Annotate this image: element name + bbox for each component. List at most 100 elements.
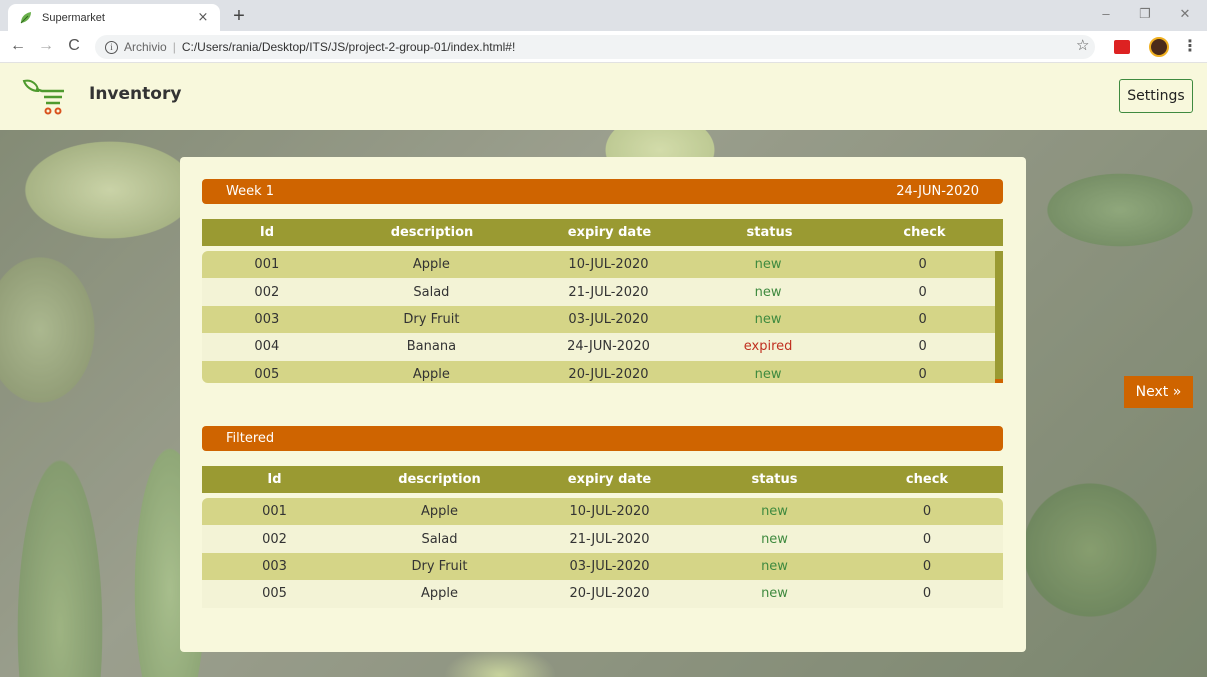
column-header-expiry-date[interactable]: expiry date bbox=[532, 225, 687, 240]
filtered-label: Filtered bbox=[226, 431, 275, 446]
week-table-body[interactable]: 001 Apple 10-JUL-2020 new 0 002 Salad 21… bbox=[202, 251, 995, 383]
table-row[interactable]: 003 Dry Fruit 03-JUL-2020 new 0 bbox=[202, 305, 995, 334]
bookmark-star-icon[interactable]: ☆ bbox=[1076, 36, 1089, 54]
column-header-id[interactable]: Id bbox=[202, 225, 332, 240]
cell-expiry: 24-JUN-2020 bbox=[567, 339, 650, 355]
table-row[interactable]: 005 Apple 20-JUL-2020 new 0 bbox=[202, 360, 995, 383]
table-row[interactable]: 003 Dry Fruit 03-JUL-2020 new 0 bbox=[202, 552, 1003, 581]
cell-id: 004 bbox=[254, 339, 280, 355]
minimize-button[interactable]: – bbox=[1096, 6, 1116, 21]
cell-expiry: 21-JUL-2020 bbox=[568, 284, 649, 300]
browser-toolbar: ← → C i Archivio | C:/Users/rania/Deskto… bbox=[0, 31, 1207, 63]
tab-close-icon[interactable]: × bbox=[196, 10, 210, 25]
cell-id: 003 bbox=[254, 311, 280, 327]
cell-description: Dry Fruit bbox=[411, 558, 468, 574]
cell-description: Dry Fruit bbox=[403, 311, 460, 327]
cell-check: 0 bbox=[918, 257, 927, 273]
table-row[interactable]: 002 Salad 21-JUL-2020 new 0 bbox=[202, 278, 995, 306]
cell-status: new bbox=[754, 257, 782, 273]
tab-title: Supermarket bbox=[42, 11, 105, 24]
cell-status: new bbox=[754, 311, 782, 327]
table-row[interactable]: 004 Banana 24-JUN-2020 expired 0 bbox=[202, 333, 995, 361]
cell-expiry: 20-JUL-2020 bbox=[568, 366, 649, 382]
reload-button[interactable]: C bbox=[64, 37, 84, 55]
cell-status: new bbox=[761, 558, 788, 574]
forward-button[interactable]: → bbox=[36, 37, 56, 55]
cell-check: 0 bbox=[918, 366, 927, 382]
column-header-status[interactable]: status bbox=[687, 225, 852, 240]
cell-id: 005 bbox=[262, 586, 287, 602]
app-header: Inventory Settings bbox=[0, 63, 1207, 130]
cell-description: Apple bbox=[420, 504, 458, 520]
table-row[interactable]: 001 Apple 10-JUL-2020 new 0 bbox=[202, 498, 1003, 526]
inventory-card: Week 1 24-JUN-2020 Id description expiry… bbox=[180, 157, 1026, 652]
column-header-status[interactable]: status bbox=[687, 472, 862, 487]
column-header-description[interactable]: description bbox=[347, 472, 532, 487]
extension-icon[interactable] bbox=[1114, 40, 1130, 54]
browser-menu-icon[interactable]: ⋮ bbox=[1182, 36, 1198, 55]
cell-check: 0 bbox=[918, 311, 927, 327]
column-header-id[interactable]: Id bbox=[202, 472, 347, 487]
week-date: 24-JUN-2020 bbox=[896, 184, 979, 199]
column-header-check[interactable]: check bbox=[862, 472, 992, 487]
cell-status: new bbox=[761, 531, 788, 547]
week-header: Week 1 24-JUN-2020 bbox=[202, 179, 1003, 204]
window-close-button[interactable]: ✕ bbox=[1175, 6, 1195, 22]
cell-description: Apple bbox=[412, 366, 450, 382]
cell-check: 0 bbox=[922, 504, 932, 520]
browser-tab-bar: Supermarket × + – ❐ ✕ bbox=[0, 0, 1207, 31]
profile-avatar[interactable] bbox=[1149, 37, 1169, 57]
week-table-scrollbar[interactable] bbox=[995, 251, 1003, 383]
filtered-table-body[interactable]: 001 Apple 10-JUL-2020 new 0 002 Salad 21… bbox=[202, 498, 1003, 608]
column-header-expiry-date[interactable]: expiry date bbox=[532, 472, 687, 487]
cell-check: 0 bbox=[918, 339, 927, 355]
page-title: Inventory bbox=[89, 84, 182, 104]
settings-button[interactable]: Settings bbox=[1119, 79, 1193, 113]
cell-expiry: 03-JUL-2020 bbox=[568, 311, 649, 327]
cell-id: 002 bbox=[254, 284, 280, 300]
column-header-check[interactable]: check bbox=[852, 225, 997, 240]
leaf-favicon-icon bbox=[20, 11, 31, 23]
cart-leaf-logo-icon bbox=[22, 79, 64, 115]
cell-description: Banana bbox=[406, 339, 457, 355]
address-url: C:/Users/rania/Desktop/ITS/JS/project-2-… bbox=[181, 40, 516, 54]
restore-button[interactable]: ❐ bbox=[1135, 6, 1155, 22]
cell-expiry: 03-JUL-2020 bbox=[569, 558, 650, 574]
address-separator: | bbox=[172, 40, 176, 54]
scrollbar-end-marker bbox=[995, 379, 1003, 383]
cell-description: Salad bbox=[413, 284, 450, 300]
week-table-header: Id description expiry date status check bbox=[202, 219, 1003, 246]
table-row[interactable]: 005 Apple 20-JUL-2020 new 0 bbox=[202, 580, 1003, 608]
cell-expiry: 20-JUL-2020 bbox=[569, 586, 650, 602]
cell-description: Apple bbox=[420, 586, 458, 602]
info-icon[interactable]: i bbox=[105, 40, 118, 54]
cell-id: 001 bbox=[254, 257, 280, 273]
cell-status: new bbox=[754, 366, 782, 382]
cell-id: 002 bbox=[262, 531, 287, 547]
cell-id: 005 bbox=[254, 366, 280, 382]
back-button[interactable]: ← bbox=[8, 37, 28, 55]
filtered-table-header: Id description expiry date status check bbox=[202, 466, 1003, 493]
cell-status: new bbox=[761, 586, 788, 602]
cell-description: Salad bbox=[421, 531, 458, 547]
column-header-description[interactable]: description bbox=[332, 225, 532, 240]
cell-id: 003 bbox=[262, 558, 287, 574]
cell-expiry: 21-JUL-2020 bbox=[569, 531, 650, 547]
table-row[interactable]: 002 Salad 21-JUL-2020 new 0 bbox=[202, 525, 1003, 553]
cell-expiry: 10-JUL-2020 bbox=[568, 257, 649, 273]
cell-check: 0 bbox=[922, 558, 932, 574]
browser-tab[interactable]: Supermarket × bbox=[8, 4, 220, 31]
address-bar[interactable]: i Archivio | C:/Users/rania/Desktop/ITS/… bbox=[95, 35, 1095, 59]
filtered-header: Filtered bbox=[202, 426, 1003, 451]
cell-status: new bbox=[761, 504, 788, 520]
cell-check: 0 bbox=[922, 586, 932, 602]
cell-status: new bbox=[754, 284, 782, 300]
next-button[interactable]: Next » bbox=[1124, 376, 1193, 408]
cell-id: 001 bbox=[262, 504, 287, 520]
cell-check: 0 bbox=[918, 284, 927, 300]
new-tab-button[interactable]: + bbox=[230, 5, 248, 28]
table-row[interactable]: 001 Apple 10-JUL-2020 new 0 bbox=[202, 251, 995, 279]
cell-expiry: 10-JUL-2020 bbox=[569, 504, 650, 520]
cell-description: Apple bbox=[412, 257, 450, 273]
cell-status: expired bbox=[743, 339, 793, 355]
